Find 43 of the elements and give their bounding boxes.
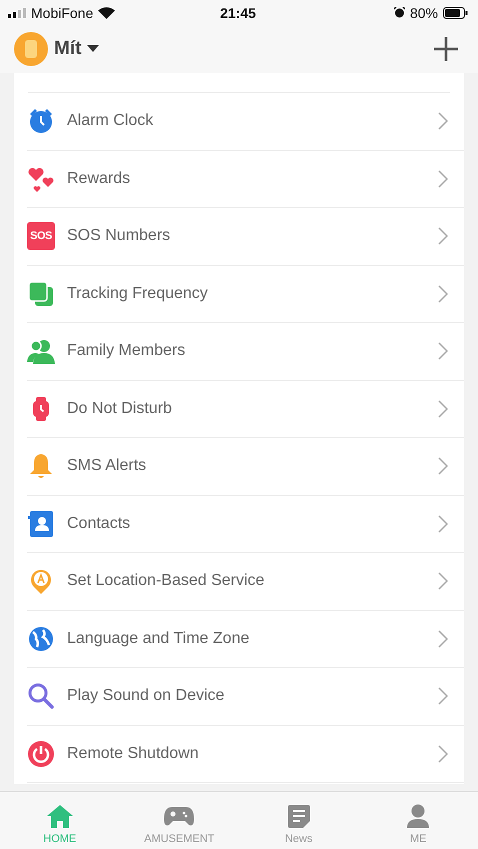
chevron-icon <box>438 457 448 476</box>
clock-time: 21:45 <box>220 4 256 20</box>
settings-row[interactable]: Remote Shutdown <box>27 726 464 783</box>
chevron-icon <box>438 630 448 648</box>
device-selector[interactable]: Mít <box>14 32 100 66</box>
squares-icon <box>27 280 55 308</box>
settings-row[interactable]: Contacts <box>27 496 464 553</box>
sos-icon: SOS <box>27 222 55 250</box>
settings-row[interactable]: SMS Alerts <box>27 438 464 496</box>
alarm-icon <box>394 7 405 18</box>
chevron-icon <box>438 687 448 706</box>
settings-row[interactable]: Language and Time Zone <box>27 610 464 668</box>
chevron-icon <box>438 227 448 246</box>
chevron-icon <box>438 342 448 360</box>
caret-icon <box>87 45 100 53</box>
settings-row[interactable]: Set Location-Based Service <box>27 553 464 610</box>
power-icon <box>27 740 55 768</box>
carrier-name: MobiFone <box>31 4 94 20</box>
alarm-clock-icon <box>27 107 55 136</box>
wifi-icon <box>98 6 116 18</box>
add-icon[interactable] <box>434 37 458 61</box>
settings-row[interactable]: SOS SOS Numbers <box>27 208 464 266</box>
chevron-icon <box>438 400 448 418</box>
search-icon <box>27 682 55 710</box>
settings-row[interactable]: Family Members <box>27 323 464 380</box>
signal-icon <box>8 8 26 18</box>
chevron-icon <box>438 284 448 303</box>
battery-percent: 80% <box>410 4 438 20</box>
settings-row[interactable]: Play Sound on Device <box>27 668 464 726</box>
people-icon <box>27 337 55 366</box>
contacts-icon <box>27 510 55 538</box>
battery-icon <box>443 6 468 18</box>
settings-row[interactable]: Do Not Disturb <box>27 380 464 438</box>
settings-row[interactable]: Rewards <box>27 150 464 208</box>
chevron-icon <box>438 170 448 188</box>
globe-icon <box>27 624 55 653</box>
chevron-icon <box>438 744 448 763</box>
watch-avatar-icon <box>14 32 48 66</box>
chevron-icon <box>438 112 448 130</box>
chevron-icon <box>438 572 448 590</box>
chevron-icon <box>438 514 448 533</box>
settings-row[interactable]: Tracking Frequency <box>27 266 464 323</box>
settings-row[interactable]: Alarm Clock <box>27 93 464 150</box>
